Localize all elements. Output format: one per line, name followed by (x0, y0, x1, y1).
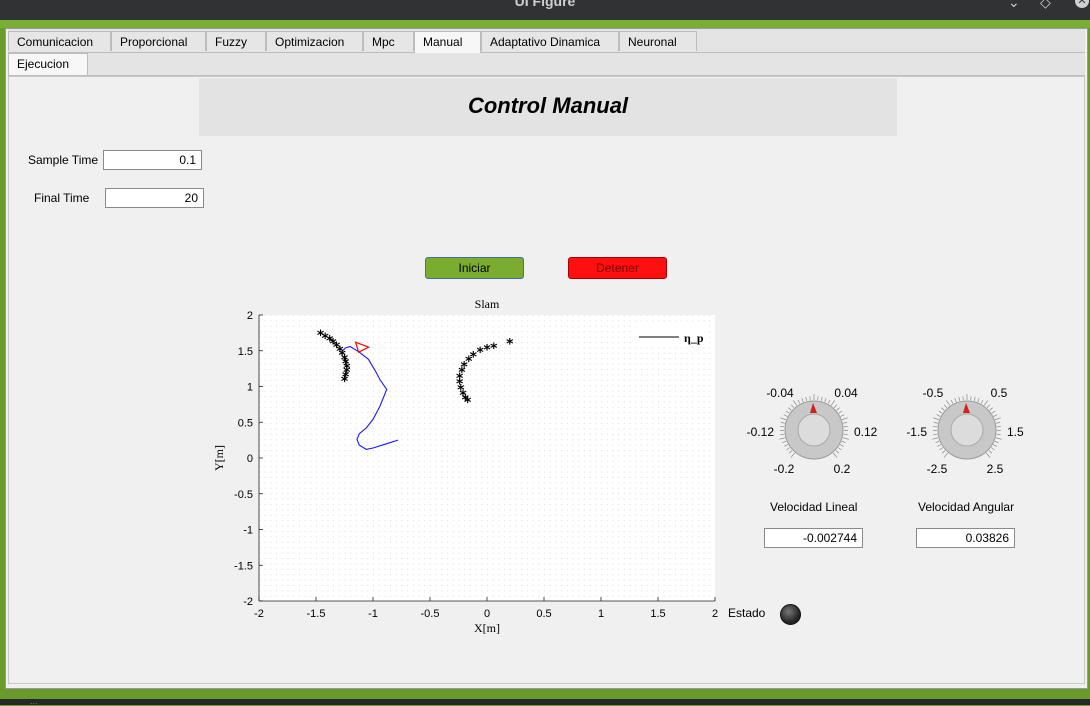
status-bar: ... (0, 699, 1090, 705)
velocidad-angular-field[interactable]: 0.03826 (916, 528, 1015, 548)
sample-time-field[interactable]: 0.1 (103, 150, 202, 170)
tab-fuzzy[interactable]: Fuzzy (206, 31, 266, 51)
tab-adaptativo-dinamica[interactable]: Adaptativo Dinamica (481, 31, 619, 51)
page-title: Control Manual (199, 93, 897, 119)
velocidad-lineal-label: Velocidad Lineal (770, 500, 857, 514)
tab-ejecucion[interactable]: Ejecucion (8, 53, 88, 75)
title-bar: UI Figure ⌄ ◇ ✕ (0, 0, 1090, 20)
velocidad-angular-label: Velocidad Angular (918, 500, 1014, 514)
tab-comunicacion[interactable]: Comunicacion (8, 31, 111, 51)
tab-neuronal[interactable]: Neuronal (619, 31, 697, 51)
sample-time-label: Sample Time (28, 153, 98, 167)
estado-label: Estado (728, 606, 765, 620)
window-title: UI Figure (0, 0, 1090, 9)
maximize-icon[interactable]: ◇ (1040, 0, 1051, 11)
tab-bar-secondary: Ejecucion (8, 53, 1085, 76)
start-button[interactable]: Iniciar (425, 257, 524, 279)
final-time-label: Final Time (34, 191, 89, 205)
tab-proporcional[interactable]: Proporcional (111, 31, 206, 51)
final-time-field[interactable]: 20 (105, 188, 204, 208)
status-text: ... (30, 697, 38, 705)
figure-window: Comunicacion Proporcional Fuzzy Optimiza… (5, 28, 1088, 689)
minimize-icon[interactable]: ⌄ (1008, 0, 1020, 11)
header-panel: Control Manual (199, 78, 897, 136)
velocidad-lineal-field[interactable]: -0.002744 (764, 528, 863, 548)
estado-lamp (780, 604, 801, 625)
tab-manual[interactable]: Manual (414, 31, 481, 53)
stop-button[interactable]: Detener (568, 257, 667, 279)
window-border (0, 20, 1090, 28)
tab-mpc[interactable]: Mpc (363, 31, 414, 51)
tab-optimizacion[interactable]: Optimizacion (266, 31, 363, 51)
tab-bar-primary: Comunicacion Proporcional Fuzzy Optimiza… (8, 29, 1085, 53)
